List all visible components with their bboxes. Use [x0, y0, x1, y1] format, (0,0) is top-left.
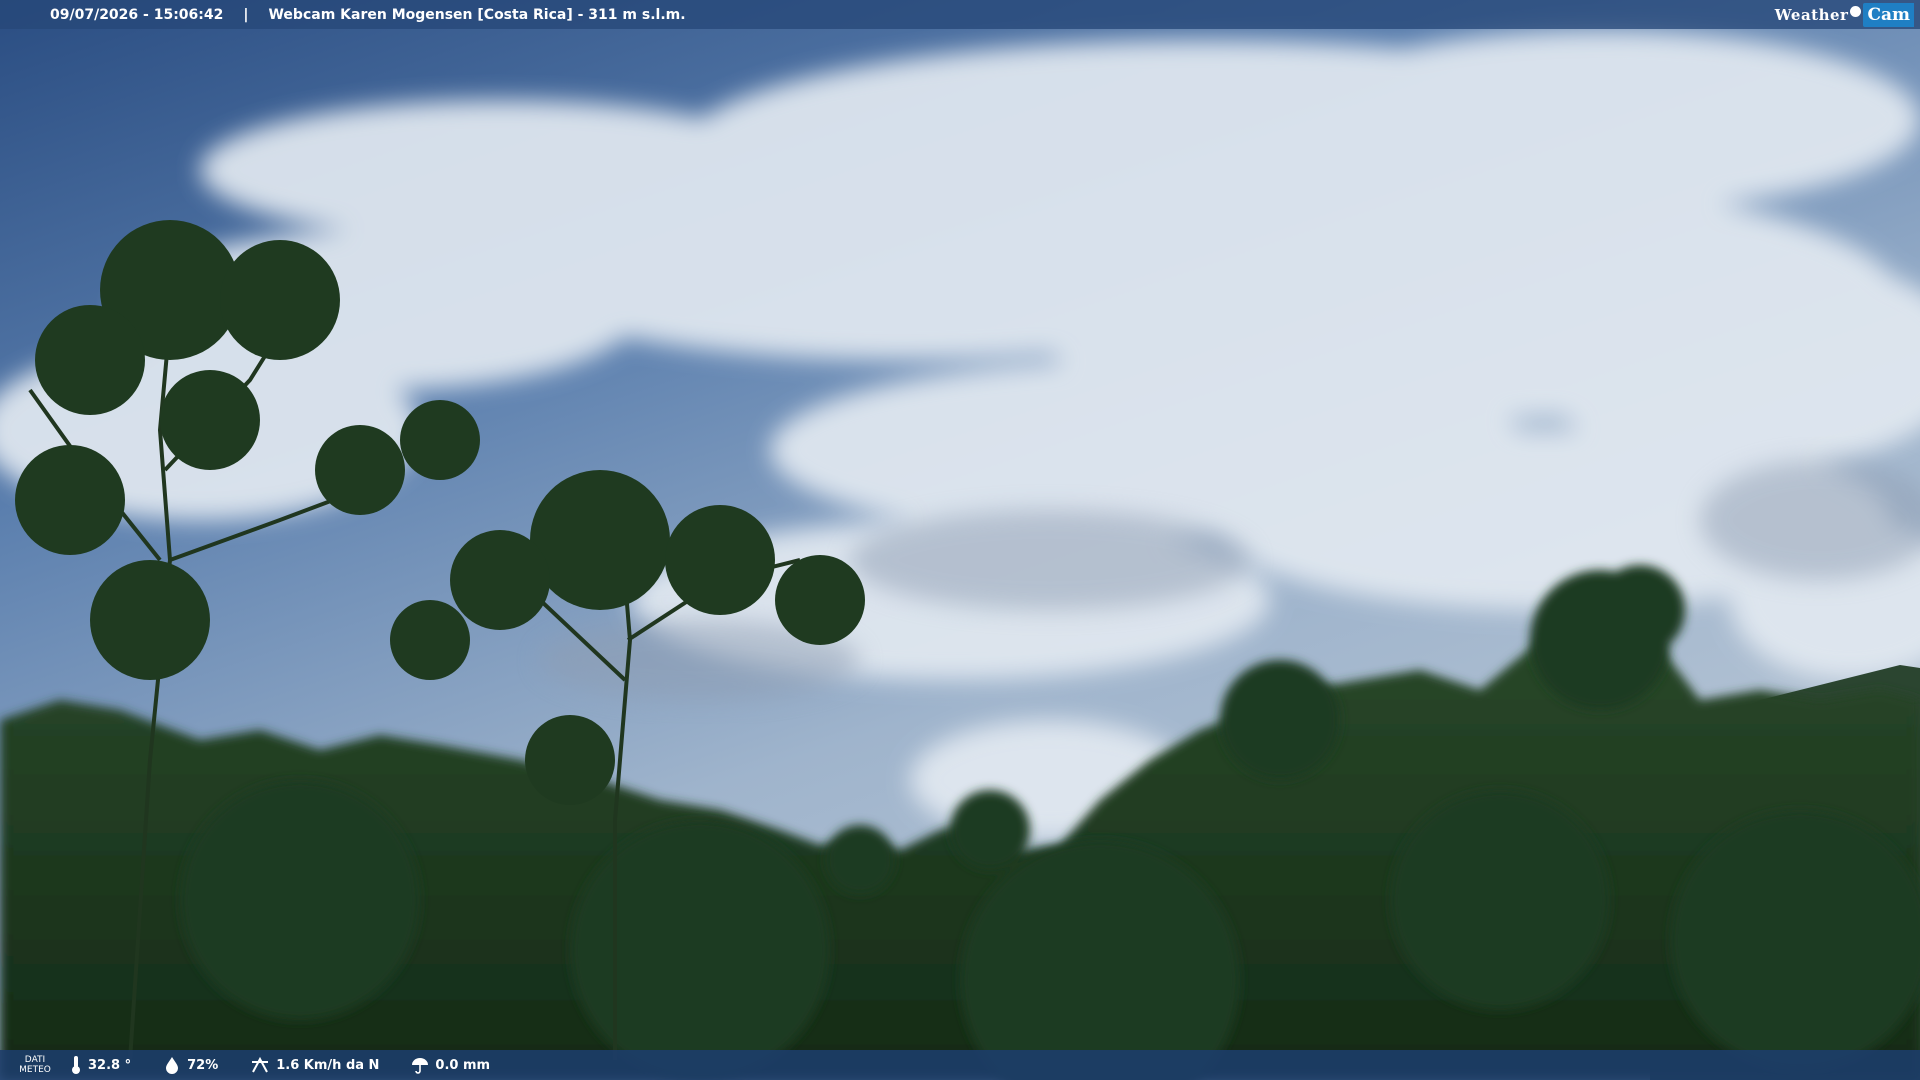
wind-value: 1.6 Km/h da N	[276, 1057, 380, 1073]
top-info-bar: 09/07/2026 - 15:06:42 | Webcam Karen Mog…	[0, 0, 1920, 29]
rain-umbrella-icon	[412, 1058, 429, 1074]
rain-stat: 0.0 mm	[411, 1056, 490, 1074]
meteo-label-line2: METEO	[19, 1065, 51, 1075]
weather-data-bar: DATI METEO 32.8 ° 72% 1.6 Km/h da N 0.0 …	[0, 1050, 1920, 1080]
temperature-stat: 32.8 °	[70, 1055, 131, 1075]
temperature-value: 32.8 °	[88, 1057, 132, 1073]
thermometer-icon	[72, 1056, 80, 1074]
meteo-label-line1: DATI	[24, 1055, 46, 1065]
meteo-label: DATI METEO	[0, 1055, 70, 1075]
humidity-drop-icon	[166, 1057, 179, 1074]
rain-value: 0.0 mm	[435, 1057, 491, 1073]
wind-stat: 1.6 Km/h da N	[250, 1056, 379, 1074]
webcam-image	[0, 0, 1920, 1080]
brand-dot-icon	[1850, 6, 1862, 17]
brand-weather-text: Weather	[1774, 5, 1849, 24]
weathercam-logo: Weather Cam	[1775, 0, 1920, 29]
webcam-title: Webcam Karen Mogensen [Costa Rica] - 311…	[268, 6, 686, 23]
brand-cam-text: Cam	[1863, 2, 1914, 27]
wind-icon	[252, 1056, 269, 1073]
header-separator: |	[243, 6, 249, 23]
capture-datetime: 09/07/2026 - 15:06:42	[50, 6, 224, 23]
humidity-value: 72%	[187, 1057, 219, 1073]
humidity-stat: 72%	[163, 1056, 218, 1074]
